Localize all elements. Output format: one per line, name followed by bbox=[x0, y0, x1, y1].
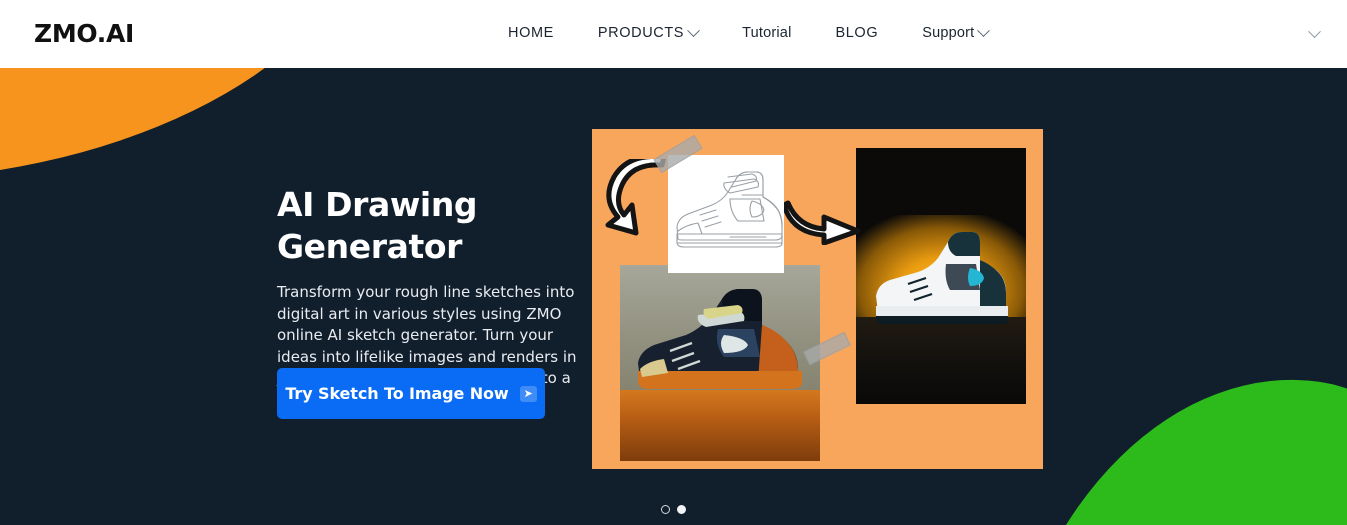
nav-item-label: PRODUCTS bbox=[597, 25, 685, 41]
page-title: AI Drawing Generator bbox=[277, 185, 478, 266]
site-logo[interactable]: ZMO.AI bbox=[34, 20, 134, 48]
nav-item-label: BLOG bbox=[835, 25, 879, 41]
carousel-dot-1[interactable] bbox=[661, 505, 670, 514]
original-photo bbox=[620, 265, 820, 461]
carousel-pagination bbox=[0, 505, 1347, 514]
nav-item-label: HOME bbox=[508, 25, 554, 41]
nav-item-label: Tutorial bbox=[742, 25, 792, 41]
page-root: ZMO.AI HOME PRODUCTS Tutorial BLOG Suppo… bbox=[0, 0, 1347, 525]
try-sketch-to-image-button[interactable]: Try Sketch To Image Now ➤ bbox=[277, 368, 545, 419]
chevron-down-icon bbox=[1307, 24, 1321, 38]
sneaker-sketch-illustration bbox=[676, 171, 783, 248]
curved-arrow-right-icon bbox=[784, 200, 861, 245]
hero-visual-panel bbox=[592, 129, 1043, 469]
nav-item-tutorial[interactable]: Tutorial bbox=[720, 22, 813, 44]
nav-item-blog[interactable]: BLOG bbox=[814, 22, 901, 44]
nav-item-support[interactable]: Support bbox=[900, 22, 1010, 44]
cta-label: Try Sketch To Image Now bbox=[285, 384, 509, 403]
decorative-green-blob bbox=[1000, 340, 1347, 525]
arrow-right-icon: ➤ bbox=[519, 385, 537, 402]
chevron-down-icon bbox=[977, 23, 991, 37]
nav-item-label: Support bbox=[922, 25, 975, 41]
header-dropdown-toggle[interactable] bbox=[1305, 24, 1323, 41]
site-header: ZMO.AI HOME PRODUCTS Tutorial BLOG Suppo… bbox=[0, 0, 1347, 68]
nav-item-products[interactable]: PRODUCTS bbox=[576, 22, 720, 44]
nav-item-home[interactable]: HOME bbox=[486, 22, 576, 44]
sneaker-render-illustration bbox=[876, 232, 1008, 324]
ai-render-photo bbox=[856, 148, 1026, 404]
main-navigation: HOME PRODUCTS Tutorial BLOG Support bbox=[486, 22, 1010, 44]
curved-arrow-down-left-icon bbox=[605, 159, 667, 236]
sketch-card bbox=[668, 155, 784, 273]
chevron-down-icon bbox=[687, 23, 700, 37]
carousel-dot-2[interactable] bbox=[677, 505, 686, 514]
sneaker-photo-illustration bbox=[638, 289, 802, 389]
